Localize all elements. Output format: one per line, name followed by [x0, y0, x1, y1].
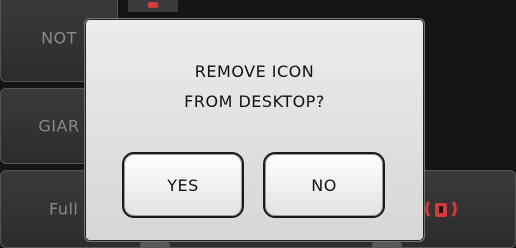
desktop-icon-top: [128, 0, 178, 12]
desktop-stub: [372, 242, 402, 248]
dialog-message: REMOVE ICON FROM DESKTOP?: [85, 57, 424, 117]
alarm-icon: [423, 194, 459, 224]
no-button[interactable]: NO: [263, 152, 385, 218]
yes-button[interactable]: YES: [122, 152, 244, 218]
dialog-message-line1: REMOVE ICON: [194, 62, 315, 81]
red-indicator-icon: [148, 2, 158, 8]
remove-icon-dialog: REMOVE ICON FROM DESKTOP? YES NO: [84, 18, 425, 242]
desktop-stub: [140, 242, 170, 248]
dialog-message-line2: FROM DESKTOP?: [184, 92, 325, 111]
